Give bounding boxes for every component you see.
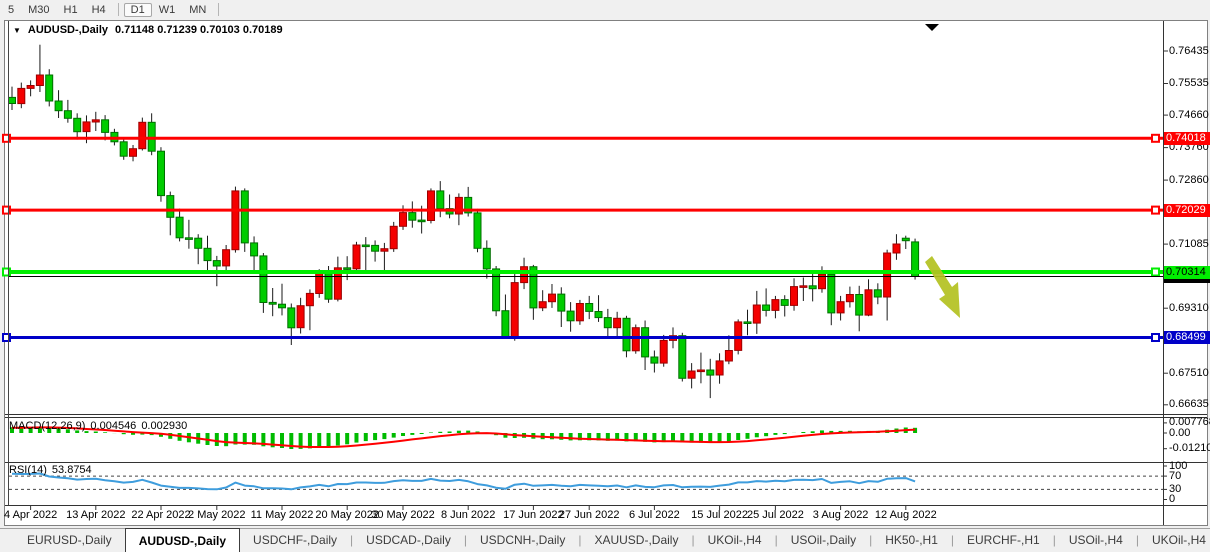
symbol-tabbar: EURUSD-,DailyAUDUSD-,DailyUSDCHF-,Daily|… — [0, 528, 1210, 552]
price-line-badge: 0.72029 — [1164, 204, 1210, 217]
macd-main-value: 0.004546 — [90, 420, 136, 432]
date-tick-label: 15 Jul 2022 — [691, 509, 748, 521]
chart-title: ▼ AUDUSD-,Daily 0.71148 0.71239 0.70103 … — [13, 24, 283, 36]
date-tick-label: 3 Aug 2022 — [813, 509, 869, 521]
price-tick: 0.69310 — [1169, 302, 1209, 315]
date-tick-label: 4 Apr 2022 — [4, 509, 57, 521]
tab-usoilh4[interactable]: USOil-,H4 — [1056, 529, 1136, 552]
price-tick: 0.76435 — [1169, 45, 1209, 58]
date-tick-label: 25 Jul 2022 — [747, 509, 804, 521]
tab-hk50h1[interactable]: HK50-,H1 — [872, 529, 951, 552]
macd-axis-tick: -0.012101 — [1169, 442, 1210, 455]
tab-audusddaily[interactable]: AUDUSD-,Daily — [125, 528, 240, 552]
date-tick-label: 8 Jun 2022 — [441, 509, 495, 521]
price-line-badge: 0.68499 — [1164, 331, 1210, 344]
price-line-badge: 0.70314 — [1164, 266, 1210, 279]
tab-ukoilh4[interactable]: UKOil-,H4 — [695, 529, 775, 552]
tab-ukoilh4[interactable]: UKOil-,H4 — [1139, 529, 1210, 552]
macd-name: MACD(12,26,9) — [9, 420, 85, 432]
rsi-axis-tick: 0 — [1169, 493, 1175, 506]
tab-xauusddaily[interactable]: XAUUSD-,Daily — [581, 529, 691, 552]
price-tick: 0.75535 — [1169, 77, 1209, 90]
date-tick-label: 17 Jun 2022 — [503, 509, 564, 521]
macd-axis-tick: 0.00 — [1169, 427, 1190, 440]
chart-canvas[interactable] — [0, 0, 1210, 552]
tab-usdcaddaily[interactable]: USDCAD-,Daily — [353, 529, 464, 552]
rsi-value: 53.8754 — [52, 464, 92, 476]
tab-eurchfh1[interactable]: EURCHF-,H1 — [954, 529, 1053, 552]
tab-usoildaily[interactable]: USOil-,Daily — [778, 529, 869, 552]
date-tick-label: 27 Jun 2022 — [559, 509, 620, 521]
tab-usdchfdaily[interactable]: USDCHF-,Daily — [240, 529, 350, 552]
date-tick-label: 30 May 2022 — [371, 509, 435, 521]
symbol-period-label: AUDUSD-,Daily — [28, 24, 108, 36]
date-tick-label: 20 May 2022 — [315, 509, 379, 521]
tab-eurusddaily[interactable]: EURUSD-,Daily — [14, 529, 125, 552]
rsi-label: RSI(14) 53.8754 — [9, 464, 92, 476]
date-tick-label: 13 Apr 2022 — [66, 509, 125, 521]
price-tick: 0.71085 — [1169, 238, 1209, 251]
price-tick: 0.66635 — [1169, 398, 1209, 411]
date-tick-label: 12 Aug 2022 — [875, 509, 937, 521]
rsi-name: RSI(14) — [9, 464, 47, 476]
price-tick: 0.67510 — [1169, 367, 1209, 380]
date-tick-label: 22 Apr 2022 — [131, 509, 190, 521]
ohlc-values: 0.71148 0.71239 0.70103 0.70189 — [115, 24, 283, 36]
price-tick: 0.72860 — [1169, 174, 1209, 187]
tab-usdcnhdaily[interactable]: USDCNH-,Daily — [467, 529, 578, 552]
date-tick-label: 11 May 2022 — [251, 509, 314, 521]
price-tick: 0.74660 — [1169, 109, 1209, 122]
date-tick-label: 6 Jul 2022 — [629, 509, 680, 521]
macd-label: MACD(12,26,9) 0.004546 0.002930 — [9, 420, 187, 432]
rsi-axis-tick: 70 — [1169, 470, 1181, 483]
mt4-chart-screen: { "toolbar":{ "timeframes":["5","M30","H… — [0, 0, 1210, 552]
dropdown-icon[interactable]: ▼ — [13, 26, 21, 35]
date-tick-label: 2 May 2022 — [188, 509, 245, 521]
price-line-badge: 0.74018 — [1164, 132, 1210, 145]
macd-signal-value: 0.002930 — [141, 420, 187, 432]
